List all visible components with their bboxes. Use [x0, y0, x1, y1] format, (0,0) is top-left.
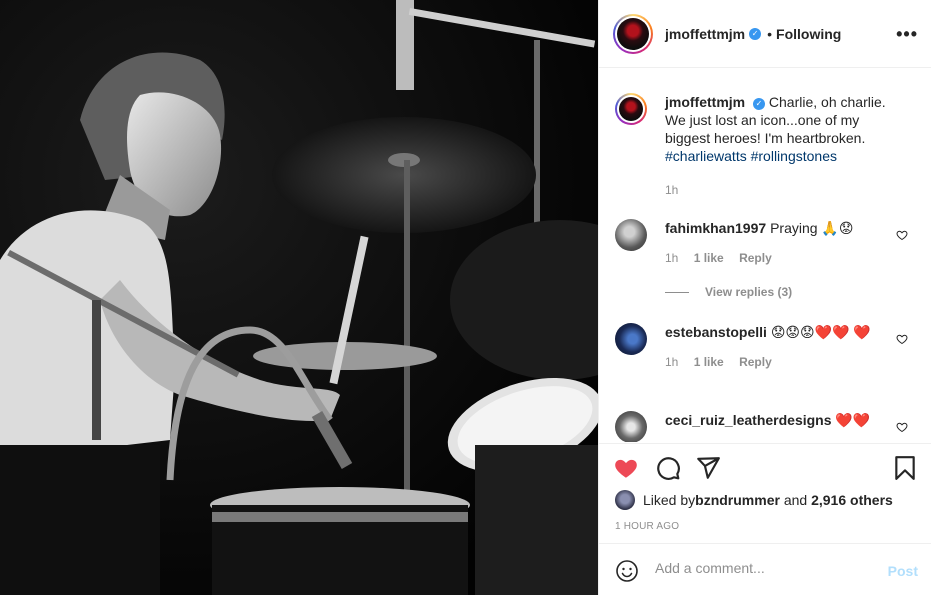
owner-avatar[interactable] [613, 13, 653, 54]
comment-likes[interactable]: 1 like [694, 251, 724, 265]
comment-time[interactable]: 1h [665, 251, 678, 265]
caption-time[interactable]: 1h [665, 183, 678, 197]
replies-divider [665, 291, 689, 293]
heart-icon[interactable] [613, 455, 639, 481]
liker-avatar[interactable] [615, 490, 635, 510]
liker-username[interactable]: bzndrummer [695, 492, 780, 508]
post-comment-button[interactable]: Post [888, 563, 918, 579]
post-photo[interactable] [0, 0, 598, 595]
comment-text: 😟😟😟❤️❤️ ❤️ [770, 324, 871, 340]
comment-like-heart-icon[interactable] [896, 333, 908, 345]
likes-prefix: Liked by [643, 492, 696, 508]
comment-item: fahimkhan1997 Praying 🙏😟 1h 1 like Reply [615, 219, 897, 267]
likes-summary: Liked by bzndrummer and 2,916 others [615, 490, 893, 510]
more-options-icon[interactable]: ••• [896, 24, 918, 45]
hashtag-link[interactable]: #rollingstones [751, 148, 837, 164]
view-replies-button[interactable]: View replies (3) [665, 285, 792, 299]
post-header: jmoffettmjm ✓ • Following ••• [599, 0, 931, 68]
hashtag-link[interactable]: #charliewatts [665, 148, 747, 164]
comment-text: ❤️❤️ [835, 412, 871, 428]
post-actions: Liked by bzndrummer and 2,916 others 1 H… [599, 443, 931, 543]
reply-button[interactable]: Reply [739, 355, 772, 369]
bookmark-icon[interactable] [892, 455, 918, 481]
reply-button[interactable]: Reply [739, 251, 772, 265]
likes-count[interactable]: 2,916 others [811, 492, 893, 508]
owner-username[interactable]: jmoffettmjm [665, 26, 745, 42]
following-button[interactable]: Following [776, 26, 841, 42]
caption-avatar[interactable] [615, 93, 647, 125]
emoji-icon[interactable] [615, 559, 639, 583]
add-comment-bar: Post [599, 543, 931, 595]
verified-badge-icon: ✓ [749, 27, 762, 40]
comment-item: ceci_ruiz_leatherdesigns ❤️❤️ [615, 411, 897, 442]
verified-badge-icon: ✓ [753, 98, 766, 110]
comment-time[interactable]: 1h [665, 355, 678, 369]
separator-dot: • [767, 25, 773, 42]
comment-item: estebanstopelli 😟😟😟❤️❤️ ❤️ 1h 1 like Rep… [615, 323, 897, 371]
post-timestamp[interactable]: 1 HOUR AGO [615, 521, 679, 532]
comment-like-heart-icon[interactable] [896, 421, 908, 433]
view-replies-label[interactable]: View replies (3) [705, 285, 792, 299]
comments-list[interactable]: jmoffettmjm ✓ Charlie, oh charlie. We ju… [599, 69, 931, 442]
share-icon[interactable] [695, 455, 721, 481]
comment-username[interactable]: estebanstopelli [665, 324, 767, 340]
caption: jmoffettmjm ✓ Charlie, oh charlie. We ju… [615, 93, 897, 199]
comment-likes[interactable]: 1 like [694, 355, 724, 369]
comment-avatar[interactable] [615, 219, 647, 251]
comment-username[interactable]: fahimkhan1997 [665, 220, 766, 236]
comment-avatar[interactable] [615, 323, 647, 355]
comment-like-heart-icon[interactable] [896, 229, 908, 241]
comment-input[interactable] [655, 560, 875, 576]
drummer-photo [0, 0, 598, 595]
caption-username[interactable]: jmoffettmjm [665, 94, 745, 110]
comment-avatar[interactable] [615, 411, 647, 442]
comment-icon[interactable] [655, 455, 681, 481]
likes-middle: and [779, 492, 812, 508]
comment-username[interactable]: ceci_ruiz_leatherdesigns [665, 412, 832, 428]
post-side-panel: jmoffettmjm ✓ • Following ••• jmoffettmj… [598, 0, 931, 595]
comment-text: Praying 🙏😟 [770, 220, 854, 236]
